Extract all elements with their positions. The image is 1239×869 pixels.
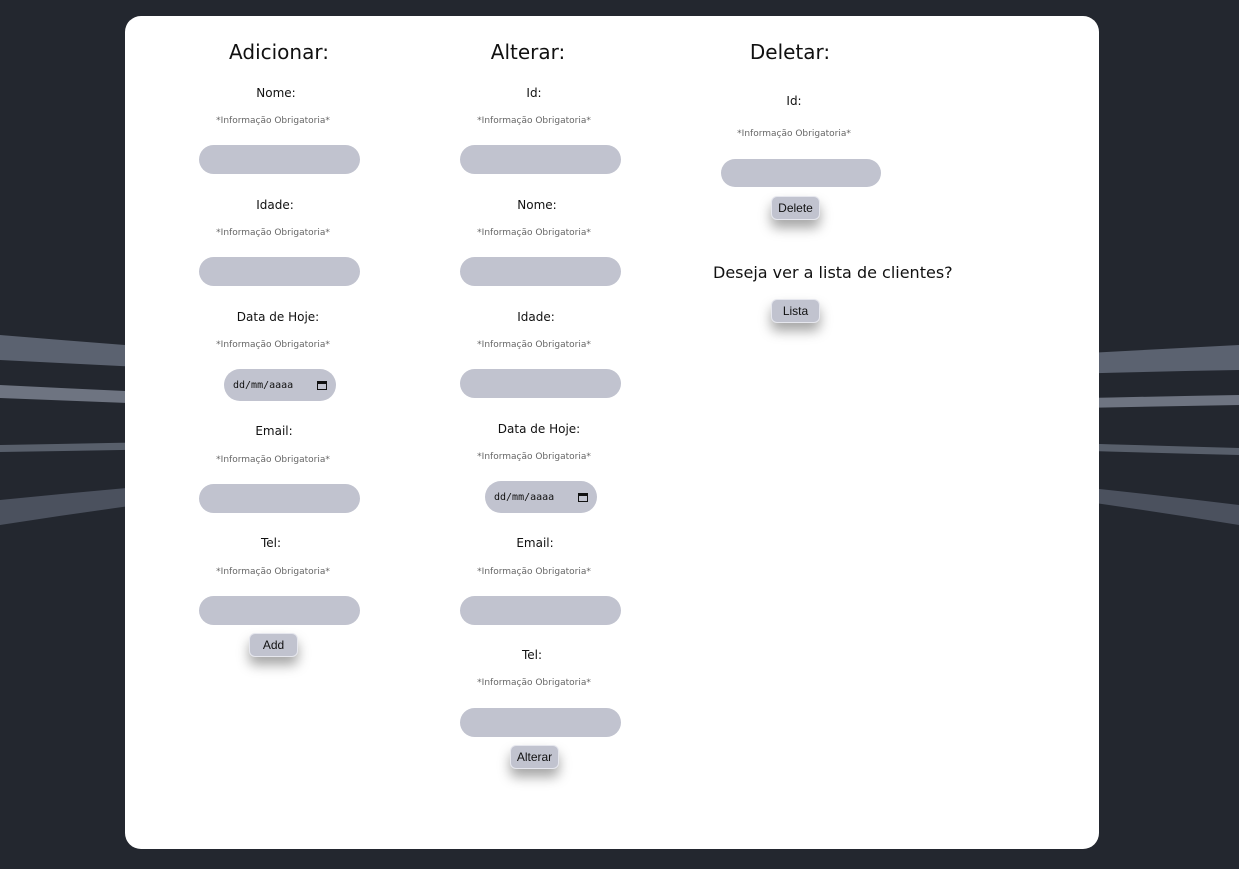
alter-idade-input[interactable] [460,369,621,398]
list-question: Deseja ver a lista de clientes? [713,263,953,282]
add-idade-required-note: *Informação Obrigatoria* [216,228,330,238]
add-tel-required-note: *Informação Obrigatoria* [216,567,330,577]
alter-id-required-note: *Informação Obrigatoria* [477,116,591,126]
add-data-required-note: *Informação Obrigatoria* [216,340,330,350]
add-data-input[interactable]: dd/mm/aaaa [224,369,336,401]
add-nome-input[interactable] [199,145,360,174]
add-email-label: Email: [255,424,293,438]
add-data-label: Data de Hoje: [236,310,320,324]
add-title: Adicionar: [229,40,329,64]
add-tel-input[interactable] [199,596,360,625]
form-card: Adicionar: Nome: *Informação Obrigatoria… [125,16,1099,849]
delete-title: Deletar: [749,40,831,64]
alter-id-input[interactable] [460,145,621,174]
add-nome-label: Nome: [256,86,296,100]
add-idade-input[interactable] [199,257,360,286]
delete-id-required-note: *Informação Obrigatoria* [737,129,851,139]
alter-email-label: Email: [516,536,554,550]
add-email-input[interactable] [199,484,360,513]
delete-button[interactable]: Delete [771,196,820,220]
alter-tel-input[interactable] [460,708,621,737]
alter-id-label: Id: [526,86,542,100]
alter-data-label: Data de Hoje: [497,422,581,436]
alter-date-placeholder: dd/mm/aaaa [494,491,555,503]
alter-idade-required-note: *Informação Obrigatoria* [477,340,591,350]
alter-nome-input[interactable] [460,257,621,286]
alter-button[interactable]: Alterar [510,745,559,769]
alter-tel-label: Tel: [521,648,543,662]
alter-data-input[interactable]: dd/mm/aaaa [485,481,597,513]
alter-title: Alterar: [490,40,566,64]
calendar-icon[interactable] [578,492,588,502]
delete-id-input[interactable] [721,159,881,187]
alter-nome-label: Nome: [517,198,557,212]
add-email-required-note: *Informação Obrigatoria* [216,455,330,465]
calendar-icon[interactable] [317,380,327,390]
add-tel-label: Tel: [260,536,282,550]
add-idade-label: Idade: [256,198,294,212]
list-button[interactable]: Lista [771,299,820,323]
alter-nome-required-note: *Informação Obrigatoria* [477,228,591,238]
add-nome-required-note: *Informação Obrigatoria* [216,116,330,126]
alter-email-input[interactable] [460,596,621,625]
delete-id-label: Id: [786,94,802,108]
alter-email-required-note: *Informação Obrigatoria* [477,567,591,577]
add-button[interactable]: Add [249,633,298,657]
alter-idade-label: Idade: [517,310,555,324]
alter-tel-required-note: *Informação Obrigatoria* [477,678,591,688]
alter-data-required-note: *Informação Obrigatoria* [477,452,591,462]
add-date-placeholder: dd/mm/aaaa [233,379,294,391]
